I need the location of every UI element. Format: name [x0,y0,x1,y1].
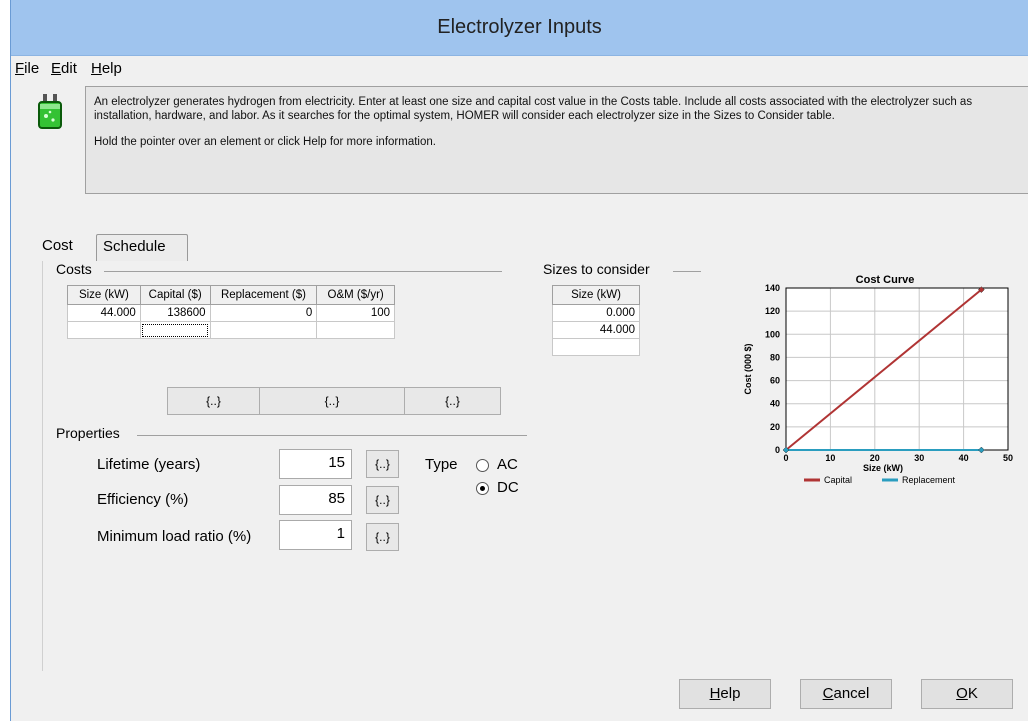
cost-cell-replacement[interactable]: 0 [209,304,318,322]
table-row [67,321,395,339]
costs-table[interactable]: Size (kW) Capital ($) Replacement ($) O&… [67,285,395,339]
column-header-capital[interactable]: Capital ($) [139,285,211,305]
efficiency-sensitivity-button[interactable]: {..} [366,486,399,514]
menu-file[interactable]: File [15,60,39,77]
table-row: 44.000 138600 0 100 [67,304,395,322]
x-axis-label: Size (kW) [863,463,903,473]
menu-help-label: elp [101,60,122,77]
menu-edit-label: dit [61,60,77,77]
info-description: An electrolyzer generates hydrogen from … [94,96,973,122]
column-header-replacement[interactable]: Replacement ($) [209,285,318,305]
costs-table-header: Size (kW) Capital ($) Replacement ($) O&… [67,285,395,305]
x-tick-label: 30 [914,453,924,463]
menu-file-label: ile [24,60,40,77]
om-sensitivity-button[interactable]: {..} [405,387,501,415]
menu-edit[interactable]: Edit [51,60,77,77]
costs-group-rule [104,271,502,272]
x-tick-label: 40 [959,453,969,463]
x-tick-label: 50 [1003,453,1013,463]
capital-sensitivity-button[interactable]: {..} [260,387,405,415]
cost-cell-size[interactable]: 44.000 [67,304,141,322]
y-axis-label: Cost (000 $) [743,343,753,394]
sizes-table[interactable]: Size (kW) 0.000 44.000 [552,285,640,356]
efficiency-label: Efficiency (%) [97,491,189,508]
minimum-load-ratio-label: Minimum load ratio (%) [97,528,252,545]
help-button-label: elp [720,685,741,702]
cost-cell-capital[interactable]: 138600 [139,304,211,322]
ok-button-label: K [967,685,978,702]
y-tick-label: 100 [765,329,780,339]
properties-group-label: Properties [56,425,120,441]
efficiency-input[interactable]: 85 [279,485,352,515]
cancel-button[interactable]: Cancel [800,679,892,709]
table-row [552,338,640,356]
cost-cell-om[interactable] [316,321,395,339]
tab-panel-border [42,261,43,671]
window-title: Electrolyzer Inputs [437,16,602,38]
table-row: 44.000 [552,321,640,339]
menu-help[interactable]: Help [91,60,122,77]
legend-label-capital: Capital [824,475,852,485]
y-tick-label: 60 [770,376,780,386]
cost-cell-om[interactable]: 100 [316,304,395,322]
size-cell[interactable]: 44.000 [552,321,640,339]
electrolyzer-inputs-window: Electrolyzer Inputs File Edit Help An el… [10,0,1028,721]
tab-cost[interactable]: Cost [36,231,94,261]
y-tick-label: 80 [770,352,780,362]
cost-cell-size[interactable] [67,321,141,339]
lifetime-sensitivity-button[interactable]: {..} [366,450,399,478]
size-cell[interactable] [552,338,640,356]
type-label: Type [425,456,458,473]
type-ac-radio[interactable] [476,459,489,472]
sizes-group-rule [673,271,701,272]
help-button[interactable]: Help [679,679,771,709]
x-tick-label: 20 [870,453,880,463]
column-header-size[interactable]: Size (kW) [552,285,640,305]
cancel-button-hotkey: C [822,685,834,702]
title-bar[interactable]: Electrolyzer Inputs [11,0,1028,56]
info-panel: An electrolyzer generates hydrogen from … [85,86,1028,194]
table-row: 0.000 [552,304,640,322]
menu-help-hotkey: H [91,60,102,77]
chart-title: Cost Curve [856,274,915,286]
cancel-button-label: ancel [833,685,870,702]
y-tick-label: 0 [775,445,780,455]
cost-cell-capital-selected[interactable] [139,321,211,339]
y-tick-label: 40 [770,399,780,409]
ok-button[interactable]: OK [921,679,1013,709]
x-tick-label: 0 [783,453,788,463]
type-dc-label[interactable]: DC [497,479,519,496]
y-tick-label: 140 [765,283,780,293]
type-ac-label[interactable]: AC [497,456,518,473]
minimum-load-ratio-input[interactable]: 1 [279,520,352,550]
cost-cell-replacement[interactable] [209,321,318,339]
menu-bar: File Edit Help [11,58,1028,82]
ok-button-hotkey: O [956,685,968,702]
tab-schedule[interactable]: Schedule [96,234,188,261]
size-sensitivity-button[interactable]: {..} [167,387,260,415]
menu-file-hotkey: F [15,60,25,77]
menu-edit-hotkey: E [51,60,62,77]
info-hint: Hold the pointer over an element or clic… [94,136,436,148]
electrolyzer-icon [38,94,62,129]
x-tick-label: 10 [825,453,835,463]
properties-group-rule [137,435,527,436]
y-tick-label: 20 [770,422,780,432]
sizes-group-label: Sizes to consider [543,261,650,277]
column-header-om[interactable]: O&M ($/yr) [316,285,395,305]
column-header-size[interactable]: Size (kW) [67,285,141,305]
type-dc-radio[interactable] [476,482,489,495]
legend-label-replacement: Replacement [902,475,956,485]
costs-group-label: Costs [56,261,92,277]
sizes-table-header: Size (kW) [552,285,640,305]
y-tick-label: 120 [765,306,780,316]
plot-area [785,287,1009,451]
cost-curve-chart: Cost Curve 0 10 20 30 40 50 0 20 40 60 80 100 120 140 S… [743,274,1013,485]
help-button-hotkey: H [709,685,721,702]
size-cell[interactable]: 0.000 [552,304,640,322]
lifetime-label: Lifetime (years) [97,456,201,473]
minimum-load-ratio-sensitivity-button[interactable]: {..} [366,523,399,551]
lifetime-input[interactable]: 15 [279,449,352,479]
